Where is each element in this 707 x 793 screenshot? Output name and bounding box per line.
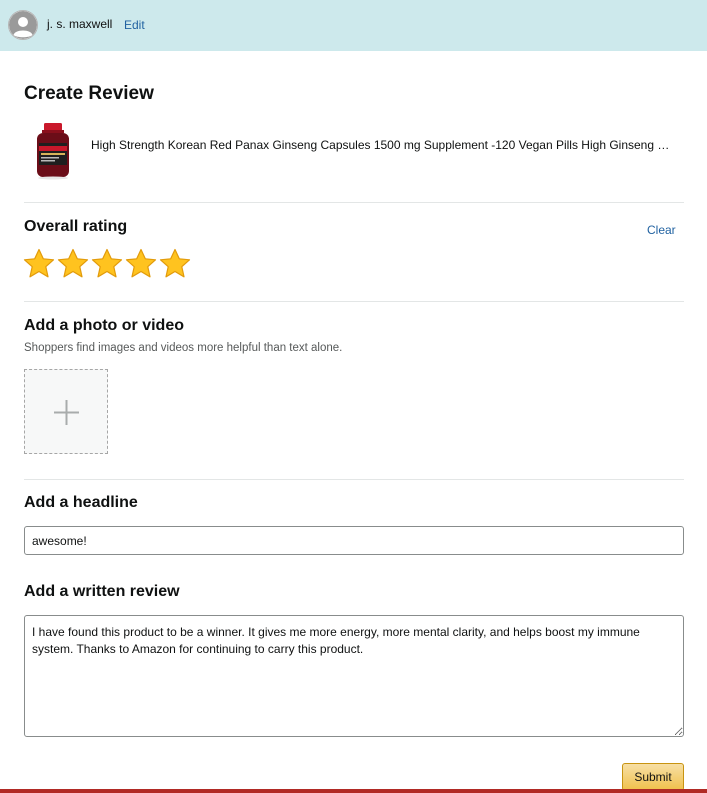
review-textarea[interactable]: I have found this product to be a winner…: [24, 615, 684, 737]
star-icon[interactable]: [23, 248, 55, 280]
username: j. s. maxwell: [47, 17, 113, 31]
overall-rating-title: Overall rating: [24, 218, 128, 235]
headline-input[interactable]: [24, 526, 684, 555]
star-icon[interactable]: [91, 248, 123, 280]
divider: [24, 202, 684, 203]
clear-rating-link[interactable]: Clear: [647, 223, 676, 237]
header-bar: j. s. maxwell Edit: [0, 0, 707, 51]
written-review-title: Add a written review: [24, 583, 180, 600]
bottom-stripe: [0, 789, 707, 793]
divider: [24, 479, 684, 480]
supplement-bottle-icon: [31, 122, 75, 180]
star-rating[interactable]: [23, 248, 191, 282]
headline-title: Add a headline: [24, 494, 138, 511]
edit-profile-link[interactable]: Edit: [124, 18, 145, 32]
page-title: Create Review: [24, 83, 154, 104]
star-icon[interactable]: [159, 248, 191, 280]
submit-button[interactable]: Submit: [622, 763, 684, 791]
divider: [24, 301, 684, 302]
upload-media-button[interactable]: [24, 369, 108, 454]
star-icon[interactable]: [57, 248, 89, 280]
star-icon[interactable]: [125, 248, 157, 280]
add-media-title: Add a photo or video: [24, 317, 184, 334]
user-avatar-icon[interactable]: [8, 10, 38, 40]
plus-icon: [54, 400, 79, 425]
add-media-subtitle: Shoppers find images and videos more hel…: [24, 342, 343, 354]
product-name: High Strength Korean Red Panax Ginseng C…: [91, 138, 676, 152]
